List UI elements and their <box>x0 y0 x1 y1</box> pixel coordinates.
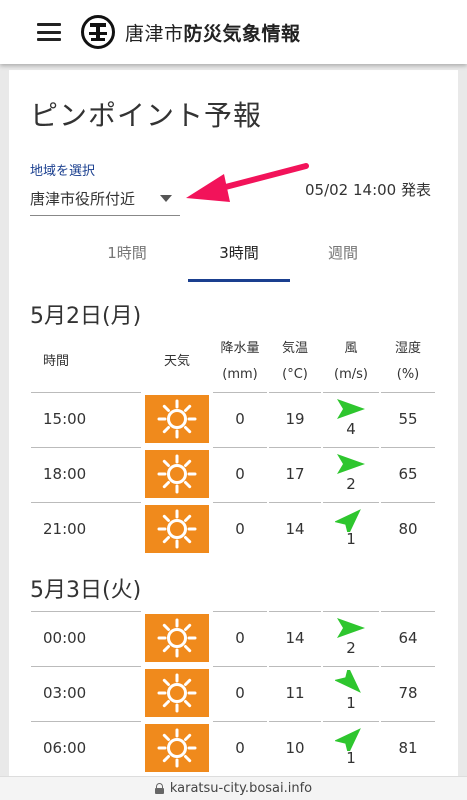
temp-cell: 19 <box>285 410 305 428</box>
column-time: 時間 <box>43 354 70 369</box>
precip-cell: 0 <box>235 739 245 757</box>
region-select-label: 地域を選択 <box>30 164 96 179</box>
table-row: 18:00 0 17 2 65 <box>31 447 435 502</box>
dropdown-caret-icon[interactable] <box>160 195 172 202</box>
table-header: 時間 天気 降水量 (mm) 気温 (°C) 風 (m/s) 湿度 (%) <box>31 336 435 392</box>
time-cell: 00:00 <box>43 629 87 647</box>
column-wind: 風 (m/s) <box>334 341 368 382</box>
temp-cell: 14 <box>285 629 305 647</box>
wind-cell: 4 <box>323 392 379 447</box>
precip-cell: 0 <box>235 629 245 647</box>
day-title: 5月3日(火) <box>30 578 142 603</box>
column-temp: 気温 (°C) <box>281 341 308 382</box>
column-weather: 天気 <box>163 354 190 369</box>
humidity-cell: 81 <box>398 739 418 757</box>
region-select[interactable]: 唐津市役所付近 <box>30 182 180 216</box>
wind-speed: 1 <box>346 694 356 712</box>
humidity-cell: 80 <box>398 520 418 538</box>
city-emblem-logo <box>81 15 115 49</box>
sunny-icon <box>145 614 209 662</box>
time-cell: 06:00 <box>43 739 87 757</box>
time-cell: 15:00 <box>43 410 87 428</box>
wind-speed: 1 <box>346 749 356 767</box>
humidity-cell: 64 <box>398 629 418 647</box>
wind-cell: 1 <box>323 502 379 557</box>
region-select-value: 唐津市役所付近 <box>30 190 136 208</box>
hamburger-menu-icon[interactable] <box>37 23 61 41</box>
wind-cell: 2 <box>323 447 379 502</box>
humidity-cell: 78 <box>398 684 418 702</box>
precip-cell: 0 <box>235 410 245 428</box>
wind-speed: 2 <box>346 475 356 493</box>
tab-weekly[interactable]: 週間 <box>292 230 394 282</box>
sunny-icon <box>145 395 209 443</box>
column-humidity: 湿度 (%) <box>394 341 421 382</box>
table-row: 21:00 0 14 1 80 <box>31 502 435 557</box>
time-cell: 21:00 <box>43 520 87 538</box>
column-precip: 降水量 (mm) <box>220 341 260 382</box>
precip-cell: 0 <box>235 520 245 538</box>
humidity-cell: 65 <box>398 465 418 483</box>
sunny-icon <box>145 450 209 498</box>
wind-cell: 1 <box>323 666 379 721</box>
sunny-icon <box>145 505 209 553</box>
page-title: ピンポイント予報 <box>30 99 263 132</box>
precip-cell: 0 <box>235 465 245 483</box>
day-title: 5月2日(月) <box>30 304 142 329</box>
table-row: 06:00 0 10 1 81 <box>31 721 435 776</box>
wind-speed: 2 <box>346 639 356 657</box>
wind-speed: 1 <box>346 530 356 548</box>
time-cell: 03:00 <box>43 684 87 702</box>
temp-cell: 11 <box>285 684 305 702</box>
sunny-icon <box>145 724 209 772</box>
interval-tabs: 1時間 3時間 週間 <box>71 230 411 282</box>
forecast-card: ピンポイント予報 地域を選択 唐津市役所付近 05/02 14:00 発表 1時… <box>9 70 458 776</box>
temp-cell: 17 <box>285 465 305 483</box>
browser-url-bar[interactable]: karatsu-city.bosai.info <box>0 776 467 800</box>
issued-time: 05/02 14:00 発表 <box>305 181 431 199</box>
precip-cell: 0 <box>235 684 245 702</box>
humidity-cell: 55 <box>398 410 418 428</box>
table-row: 00:00 0 14 2 64 <box>31 611 435 666</box>
wind-cell: 2 <box>323 611 379 666</box>
tab-1hour[interactable]: 1時間 <box>76 230 178 282</box>
lock-icon <box>154 783 164 794</box>
temp-cell: 14 <box>285 520 305 538</box>
url-text: karatsu-city.bosai.info <box>169 781 313 796</box>
wind-cell: 1 <box>323 721 379 776</box>
time-cell: 18:00 <box>43 465 87 483</box>
app-title: 唐津市防災気象情報 <box>125 22 301 45</box>
tab-3hour[interactable]: 3時間 <box>188 230 290 282</box>
pointer-arrow-annotation <box>186 163 309 202</box>
table-row: 15:00 0 19 4 55 <box>31 392 435 447</box>
temp-cell: 10 <box>285 739 305 757</box>
wind-speed: 4 <box>346 420 356 438</box>
sunny-icon <box>145 669 209 717</box>
app-header: 唐津市防災気象情報 <box>0 0 467 64</box>
table-row: 03:00 0 11 1 78 <box>31 666 435 721</box>
